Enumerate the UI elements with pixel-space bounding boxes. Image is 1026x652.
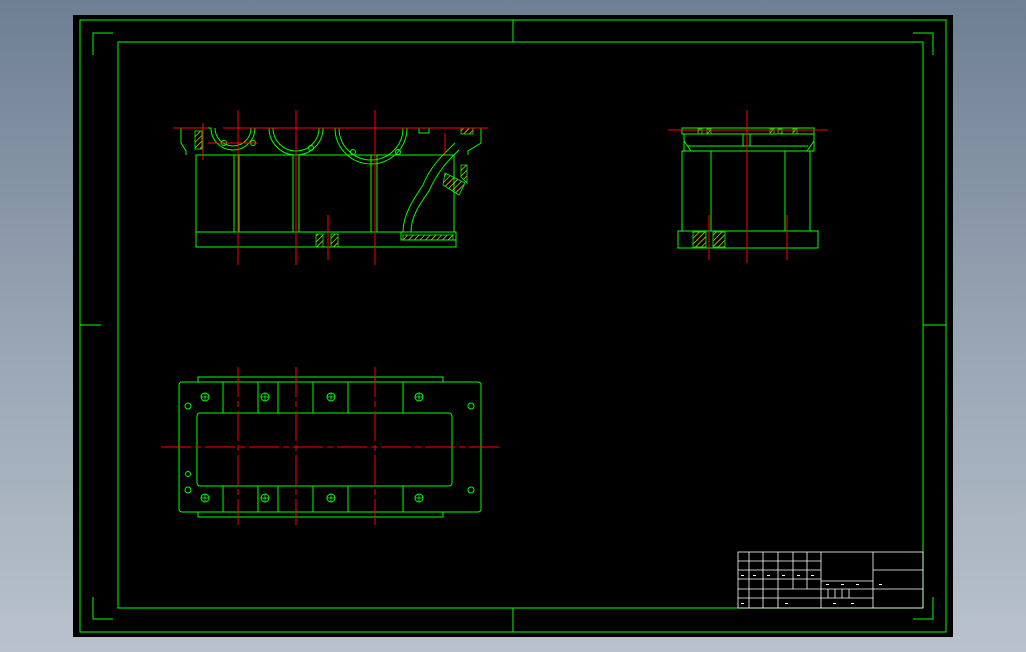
drawing-sheet: [73, 15, 953, 637]
cad-viewport[interactable]: [0, 0, 1026, 652]
front-section-view[interactable]: [173, 110, 488, 265]
top-view[interactable]: [161, 367, 503, 525]
side-view[interactable]: [668, 110, 828, 263]
sheet-frame: [79, 19, 947, 633]
drawing-canvas: [79, 19, 947, 633]
title-block[interactable]: [737, 551, 924, 609]
